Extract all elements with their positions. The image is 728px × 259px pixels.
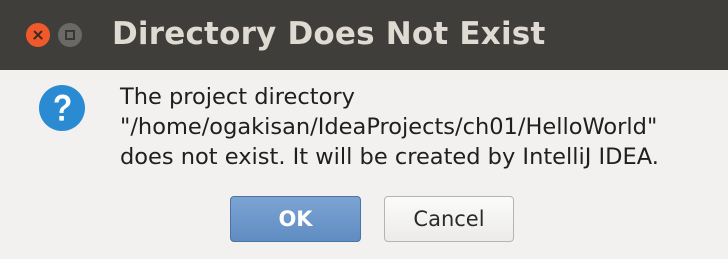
ok-button[interactable]: OK — [230, 196, 361, 242]
message-line: The project directory — [120, 84, 355, 110]
close-icon[interactable] — [26, 23, 50, 47]
maximize-icon[interactable] — [58, 23, 82, 47]
window-title: Directory Does Not Exist — [112, 16, 546, 52]
message-line: does not exist. It will be created by In… — [120, 144, 659, 170]
message-line: "/home/ogakisan/IdeaProjects/ch01/HelloW… — [120, 114, 658, 140]
question-icon — [39, 85, 85, 131]
message-text: The project directory "/home/ogakisan/Id… — [120, 82, 720, 172]
title-bar[interactable]: Directory Does Not Exist — [0, 0, 728, 70]
dialog-window: Directory Does Not Exist The project dir… — [0, 0, 728, 259]
cancel-button[interactable]: Cancel — [384, 196, 514, 242]
